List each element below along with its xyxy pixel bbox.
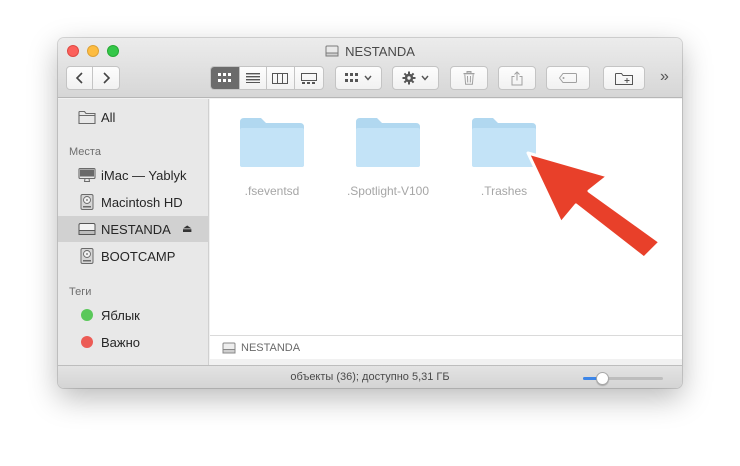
places-header: Места xyxy=(69,146,101,158)
view-mode-group xyxy=(210,66,324,90)
list-view-icon xyxy=(245,73,260,83)
icon-view-button[interactable] xyxy=(211,67,240,89)
path-bar: NESTANDA xyxy=(210,335,682,359)
slider-knob[interactable] xyxy=(596,372,610,385)
column-view-icon xyxy=(272,72,289,84)
external-drive-icon xyxy=(78,223,96,235)
share-icon xyxy=(511,70,523,85)
sidebar-item-nestanda[interactable]: NESTANDA ⏏ xyxy=(58,216,209,242)
file-name: .Spotlight-V100 xyxy=(346,184,430,198)
sidebar-tag-yablyk[interactable]: Яблык xyxy=(58,302,209,328)
window-title: NESTANDA xyxy=(345,43,415,59)
sidebar-item-label: NESTANDA xyxy=(101,222,171,237)
tag-color-dot xyxy=(81,336,93,348)
tags-header: Теги xyxy=(69,286,92,298)
sidebar-item-label: All xyxy=(101,110,116,125)
forward-icon xyxy=(103,72,111,84)
tag-icon xyxy=(559,73,577,83)
eject-icon[interactable]: ⏏ xyxy=(182,222,192,235)
drive-icon xyxy=(222,342,236,353)
back-forward-group xyxy=(66,66,120,90)
sidebar-item-all[interactable]: All xyxy=(58,104,209,130)
gallery-view-icon xyxy=(300,72,317,84)
toolbar-overflow-button[interactable]: » xyxy=(660,68,669,86)
drive-icon xyxy=(325,45,339,57)
new-folder-icon xyxy=(615,72,633,85)
folder-icon xyxy=(240,118,304,167)
group-button[interactable] xyxy=(335,66,382,90)
status-bar: объекты (36); доступно 5,31 ГБ xyxy=(58,365,682,388)
path-bar-item[interactable]: NESTANDA xyxy=(241,342,300,354)
title-bar: NESTANDA » xyxy=(58,38,682,98)
sidebar-item-label: Macintosh HD xyxy=(101,195,183,210)
action-button[interactable] xyxy=(392,66,439,90)
sidebar: All Места iMac — Yablyk Macintosh HD NES… xyxy=(58,99,209,365)
sidebar-item-imac[interactable]: iMac — Yablyk xyxy=(58,162,209,188)
annotation-arrow xyxy=(526,151,662,260)
gallery-view-button[interactable] xyxy=(295,67,323,89)
trash-button[interactable] xyxy=(450,66,488,90)
sidebar-item-macintosh-hd[interactable]: Macintosh HD xyxy=(58,189,209,215)
sidebar-item-label: iMac — Yablyk xyxy=(101,168,187,183)
sidebar-item-label: Яблык xyxy=(101,308,140,323)
sidebar-item-label: Важно xyxy=(101,335,141,350)
file-name: .fseventsd xyxy=(244,184,300,198)
sidebar-tag-vazhno[interactable]: Важно xyxy=(58,329,209,355)
imac-icon xyxy=(78,167,96,182)
back-button[interactable] xyxy=(67,67,94,89)
hard-drive-icon xyxy=(80,248,94,264)
chevron-down-icon xyxy=(364,75,372,81)
column-view-button[interactable] xyxy=(267,67,295,89)
forward-button[interactable] xyxy=(93,67,119,89)
folder-icon xyxy=(356,118,420,167)
new-folder-button[interactable] xyxy=(603,66,645,90)
gear-icon xyxy=(402,71,416,85)
share-button[interactable] xyxy=(498,66,536,90)
chevron-down-icon xyxy=(421,75,429,81)
trash-icon xyxy=(463,71,475,85)
sidebar-item-label: BOOTCAMP xyxy=(101,249,176,264)
window-title-area: NESTANDA xyxy=(58,43,682,59)
list-view-button[interactable] xyxy=(240,67,268,89)
group-icon xyxy=(345,73,358,82)
folder-icon xyxy=(78,110,96,125)
edit-tags-button[interactable] xyxy=(546,66,590,90)
sidebar-item-bootcamp[interactable]: BOOTCAMP xyxy=(58,243,209,269)
icon-view-icon xyxy=(217,73,231,82)
icon-size-slider[interactable] xyxy=(583,372,663,385)
back-icon xyxy=(75,72,83,84)
tag-color-dot xyxy=(81,309,93,321)
hard-drive-icon xyxy=(80,194,94,210)
